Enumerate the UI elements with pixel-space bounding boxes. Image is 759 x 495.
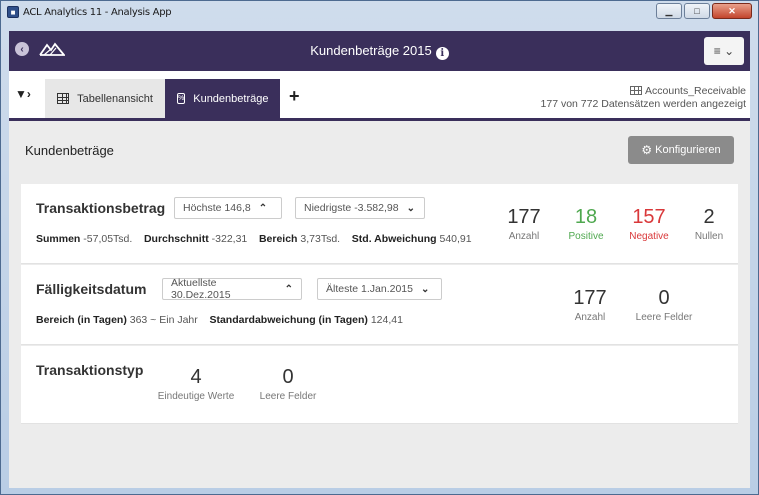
table-name-row: Accounts_Receivable xyxy=(541,85,746,98)
app-header: ‹ Kundenbeträge 2015 i ≡ ⌄ xyxy=(9,31,750,71)
field-name: Fälligkeitsdatum xyxy=(36,281,147,297)
lowest-value: Niedrigste -3.582,98 xyxy=(304,202,399,214)
tab-table-view[interactable]: Tabellenansicht xyxy=(45,79,165,118)
app-title-text: Kundenbeträge 2015 xyxy=(310,43,432,58)
oldest-dropdown[interactable]: Älteste 1.Jan.2015 ⌄ xyxy=(317,278,442,300)
field-card-amount: Transaktionsbetrag Höchste 146,8 ⌃ Niedr… xyxy=(21,184,738,264)
window-title: ACL Analytics 11 - Analysis App xyxy=(23,7,172,18)
filter-icon[interactable]: ▼› xyxy=(15,87,31,101)
field-name: Transaktionsbetrag xyxy=(36,200,166,216)
empty-label: Leere Felder xyxy=(259,391,317,402)
record-count: 177 von 772 Datensätzen werden angezeigt xyxy=(540,98,746,110)
tab-kundenbetraege[interactable]: % Kundenbeträge xyxy=(165,79,280,118)
metric-empty: 0 Leere Felder xyxy=(624,287,704,323)
std-label: Std. Abweichung xyxy=(351,233,437,245)
field-name: Transaktionstyp xyxy=(36,362,144,378)
configure-button[interactable]: ⚙ Konfigurieren xyxy=(628,136,734,164)
amount-stats: Summen -57,05Tsd. Durchschnitt -322,31 B… xyxy=(36,233,472,245)
zeros-label: Nullen xyxy=(694,231,724,242)
range-days-label: Bereich (in Tagen) xyxy=(36,314,127,326)
minimize-button[interactable]: ▁ xyxy=(656,3,682,19)
window-titlebar: ■ ACL Analytics 11 - Analysis App ▁ □ ✕ xyxy=(1,1,758,29)
range-days-value: 363 ~ Ein Jahr xyxy=(129,314,198,326)
empty-label: Leere Felder xyxy=(635,312,693,323)
metric-negative: 157 Negative xyxy=(621,206,677,242)
metric-zeros: 2 Nullen xyxy=(685,206,733,242)
std-value: 540,91 xyxy=(439,233,472,245)
app-window: ■ ACL Analytics 11 - Analysis App ▁ □ ✕ … xyxy=(0,0,759,495)
empty-value: 0 xyxy=(658,287,670,309)
chevron-up-icon: ⌃ xyxy=(284,283,293,295)
page-title: Kundenbeträge xyxy=(25,143,114,158)
app-client-area: ‹ Kundenbeträge 2015 i ≡ ⌄ ▼› Tabellenans… xyxy=(9,31,750,488)
negative-label: Negative xyxy=(629,231,669,242)
range-label: Bereich xyxy=(258,233,298,245)
range-value: 3,73Tsd. xyxy=(300,233,341,245)
chevron-down-icon: ⌄ xyxy=(420,283,430,295)
gear-icon: ⚙ xyxy=(641,143,653,157)
avg-value: -322,31 xyxy=(211,233,248,245)
positive-value: 18 xyxy=(574,206,598,228)
add-icon[interactable]: + xyxy=(289,87,300,105)
latest-value: Aktuellste 30.Dez.2015 xyxy=(171,277,231,301)
table-name: Accounts_Receivable xyxy=(645,85,746,97)
negative-value: 157 xyxy=(632,206,666,228)
zeros-value: 2 xyxy=(703,206,715,228)
table-info: Accounts_Receivable 177 von 772 Datensät… xyxy=(541,85,746,111)
latest-dropdown[interactable]: Aktuellste 30.Dez.2015 ⌃ xyxy=(162,277,302,301)
configure-label: Konfigurieren xyxy=(655,144,721,156)
unique-value: 4 xyxy=(190,366,202,388)
avg-label: Durchschnitt xyxy=(143,233,209,245)
metric-empty: 0 Leere Felder xyxy=(253,366,323,402)
metric-positive: 18 Positive xyxy=(558,206,614,242)
metric-unique: 4 Eindeutige Werte xyxy=(151,366,241,402)
count-label: Anzahl xyxy=(574,312,606,323)
table-icon xyxy=(630,86,643,95)
acl-app-icon: ■ xyxy=(7,6,19,18)
oldest-value: Älteste 1.Jan.2015 xyxy=(326,283,413,295)
app-title: Kundenbeträge 2015 i xyxy=(9,43,750,60)
tab-bar: ▼› Tabellenansicht % Kundenbeträge + Acc… xyxy=(9,71,750,121)
tab-table-view-label: Tabellenansicht xyxy=(77,92,153,105)
highest-value: Höchste 146,8 xyxy=(183,202,251,214)
highest-dropdown[interactable]: Höchste 146,8 ⌃ xyxy=(174,197,282,219)
close-button[interactable]: ✕ xyxy=(712,3,752,19)
table-grid-icon xyxy=(57,93,70,104)
field-card-type: Transaktionstyp 4 Eindeutige Werte 0 Lee… xyxy=(21,346,738,424)
std-days-value: 124,41 xyxy=(370,314,403,326)
hamburger-menu-icon[interactable]: ≡ ⌄ xyxy=(704,37,744,65)
metric-count: 177 Anzahl xyxy=(499,206,549,242)
sum-label: Summen xyxy=(36,233,81,245)
std-days-label: Standardabweichung (in Tagen) xyxy=(209,314,368,326)
info-icon[interactable]: i xyxy=(435,47,449,60)
count-value: 177 xyxy=(573,287,607,309)
positive-label: Positive xyxy=(568,231,604,242)
sum-value: -57,05Tsd. xyxy=(83,233,133,245)
window-controls: ▁ □ ✕ xyxy=(656,3,752,19)
maximize-button[interactable]: □ xyxy=(684,3,710,19)
tab-kundenbetraege-label: Kundenbeträge xyxy=(193,92,269,105)
page-header: Kundenbeträge ⚙ Konfigurieren xyxy=(9,124,750,174)
metric-count: 177 Anzahl xyxy=(565,287,615,323)
lowest-dropdown[interactable]: Niedrigste -3.582,98 ⌄ xyxy=(295,197,425,219)
field-card-due-date: Fälligkeitsdatum Aktuellste 30.Dez.2015 … xyxy=(21,265,738,345)
chevron-down-icon: ⌄ xyxy=(406,202,415,214)
chart-icon: % xyxy=(177,93,186,104)
count-label: Anzahl xyxy=(508,231,540,242)
count-value: 177 xyxy=(507,206,541,228)
due-date-stats: Bereich (in Tagen) 363 ~ Ein Jahr Standa… xyxy=(36,314,403,326)
unique-label: Eindeutige Werte xyxy=(157,391,235,402)
empty-value: 0 xyxy=(282,366,294,388)
chevron-up-icon: ⌃ xyxy=(258,202,268,214)
